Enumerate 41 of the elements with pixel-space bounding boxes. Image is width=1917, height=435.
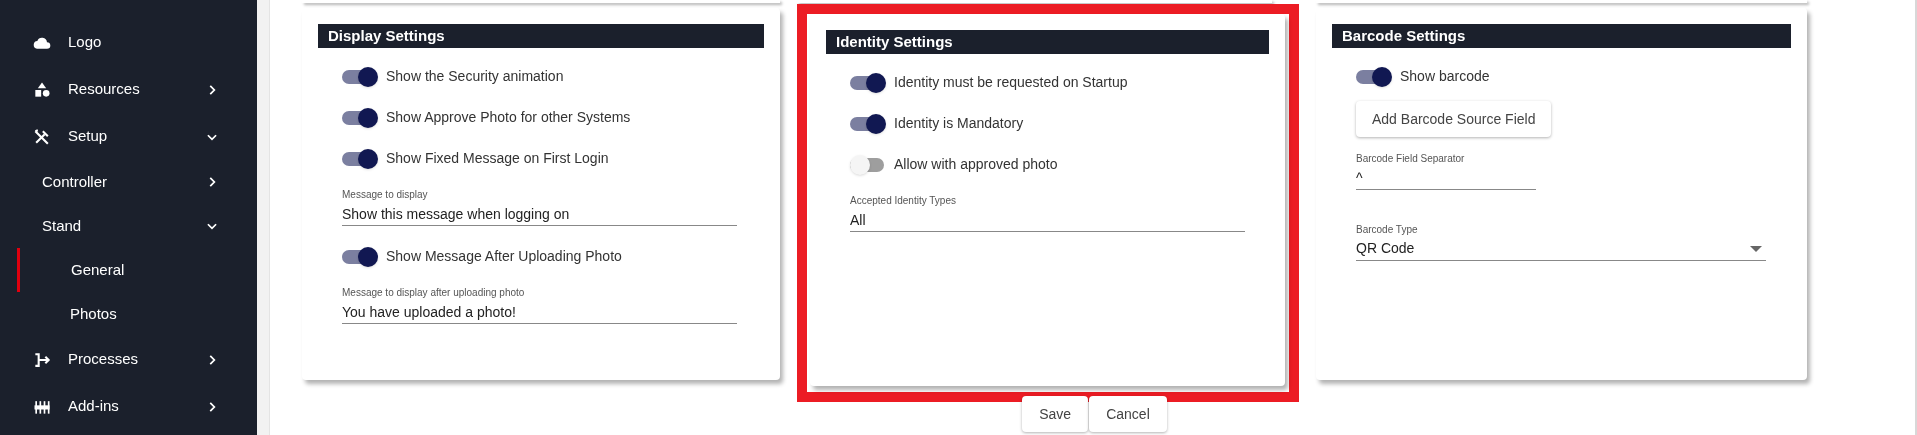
- field-label: Message to display after uploading photo: [342, 286, 526, 300]
- toggle-switch[interactable]: [850, 154, 886, 175]
- field-label: Accepted Identity Types: [850, 194, 957, 208]
- card-title: Identity Settings: [826, 30, 1269, 54]
- field-label: Barcode Type: [1356, 223, 1419, 237]
- toggle-label: Show Message After Uploading Photo: [386, 247, 622, 266]
- sidebar-item[interactable]: Stand: [0, 204, 257, 248]
- select-field[interactable]: QR Code: [1356, 237, 1766, 261]
- sidebar-item[interactable]: Photos: [17, 292, 257, 336]
- toggle-label: Show Approve Photo for other Systems: [386, 108, 631, 127]
- card-title: Display Settings: [318, 24, 764, 48]
- toggle-switch[interactable]: [342, 107, 378, 128]
- toggle-switch[interactable]: [342, 66, 378, 87]
- sidebar-item[interactable]: Add-ins: [0, 383, 257, 430]
- toggle-switch[interactable]: [850, 72, 886, 93]
- sidebar-item[interactable]: Logo: [0, 19, 257, 66]
- toggle-label: Identity is Mandatory: [894, 114, 1024, 133]
- card-title: Barcode Settings: [1332, 24, 1791, 48]
- toggle-switch[interactable]: [342, 148, 378, 169]
- toggle-label: Show the Security animation: [386, 67, 564, 86]
- toggle-label: Identity must be requested on Startup: [894, 73, 1128, 92]
- text-field[interactable]: All: [850, 208, 1245, 232]
- toggle-switch[interactable]: [850, 113, 886, 134]
- text-field[interactable]: You have uploaded a photo!: [342, 300, 737, 324]
- toggle-switch[interactable]: [342, 246, 378, 267]
- add-field-button[interactable]: Add Barcode Source Field: [1356, 101, 1552, 137]
- sidebar-item[interactable]: Processes: [0, 336, 257, 383]
- action-button[interactable]: Cancel: [1089, 396, 1167, 432]
- dropdown-caret-icon: [1750, 245, 1762, 252]
- toggle-switch[interactable]: [1356, 66, 1392, 87]
- field-label: Barcode Field Separator: [1356, 152, 1466, 166]
- toggle-label: Show barcode: [1400, 67, 1490, 86]
- toggle-label: Allow with approved photo: [894, 155, 1058, 174]
- sidebar-item[interactable]: Controller: [0, 160, 257, 204]
- field-label: Message to display: [342, 188, 429, 202]
- text-field[interactable]: Show this message when logging on: [342, 202, 737, 226]
- toggle-label: Show Fixed Message on First Login: [386, 149, 609, 168]
- action-button[interactable]: Save: [1022, 396, 1089, 432]
- text-field[interactable]: ^: [1356, 166, 1536, 190]
- sidebar-item[interactable]: Setup: [0, 113, 257, 160]
- sidebar-item[interactable]: Resources: [0, 66, 257, 113]
